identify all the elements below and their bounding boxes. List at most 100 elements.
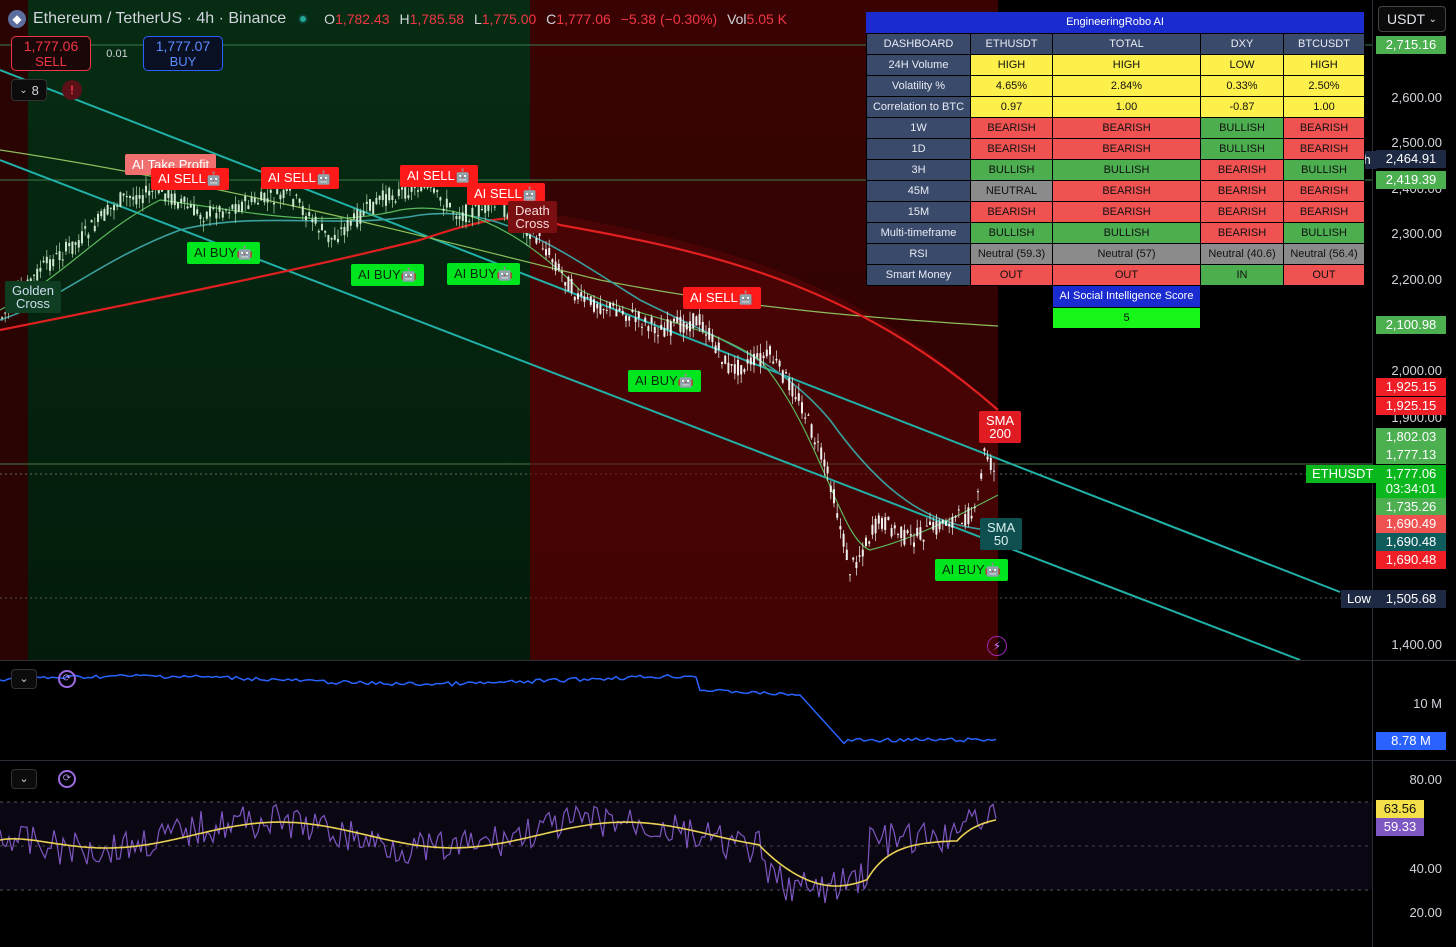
candle-body: [202, 221, 205, 223]
candle-body: [839, 526, 842, 530]
candle-body: [868, 541, 871, 544]
candle-body: [897, 533, 899, 535]
candle-body: [855, 562, 858, 569]
candle-body: [273, 202, 275, 205]
volume-line: [0, 673, 997, 745]
candle-body: [58, 251, 61, 261]
dashboard-cell: Neutral (56.4): [1283, 243, 1365, 265]
dashboard-title: EngineeringRobo AI: [866, 12, 1364, 33]
lightning-icon[interactable]: ⚡: [987, 636, 1007, 656]
collapse-volume-button[interactable]: ⌄: [11, 669, 37, 689]
indicators-toggle[interactable]: ⌄ 8: [11, 79, 47, 101]
candle-body: [865, 537, 867, 547]
candle-body: [551, 259, 554, 263]
candle-body: [954, 516, 957, 518]
candle-body: [301, 206, 304, 216]
dashboard-cell: HIGH: [970, 54, 1053, 76]
symbol-title[interactable]: Ethereum / TetherUS · 4h · Binance: [33, 10, 286, 28]
candle-body: [170, 193, 173, 205]
candle-body: [845, 549, 848, 560]
dashboard-cell: BEARISH: [970, 201, 1053, 223]
candle-body: [807, 414, 810, 416]
candle-body: [647, 326, 650, 332]
candle-body: [695, 316, 698, 326]
candle-body: [327, 234, 330, 243]
rsi-settings-icon[interactable]: ⟳: [58, 770, 76, 788]
candle-body: [797, 393, 800, 401]
candle-body: [132, 196, 135, 200]
candle-body: [673, 318, 675, 322]
candle-body: [932, 522, 935, 530]
candle-body: [817, 441, 819, 443]
candle-body: [317, 230, 320, 233]
candle-body: [791, 383, 794, 397]
price-tag: 1,925.15: [1376, 397, 1446, 415]
high-price-tag: 2,464.91: [1376, 150, 1446, 168]
dashboard-cell: BEARISH: [1052, 138, 1201, 160]
rsi-panel-divider[interactable]: [0, 760, 1456, 761]
ai-buy-label: AI BUY🤖: [935, 559, 1008, 581]
price-tag: 1,735.26: [1376, 498, 1446, 516]
dashboard-cell: 1.00: [1052, 96, 1201, 118]
low-value: 1,775.00: [481, 11, 537, 27]
candle-body: [311, 218, 314, 223]
dashboard-cell: OUT: [970, 264, 1053, 286]
warning-icon[interactable]: !: [62, 80, 82, 100]
buy-label: BUY: [169, 54, 197, 69]
candle-body: [593, 299, 595, 312]
candle-body: [356, 209, 359, 227]
ai-buy-label: AI BUY🤖: [187, 242, 260, 264]
ai-sell-label: AI SELL🤖: [151, 168, 229, 190]
candle-body: [471, 207, 474, 218]
price-tag: 2,419.39: [1376, 171, 1446, 189]
collapse-rsi-button[interactable]: ⌄: [11, 769, 37, 789]
dashboard-cell: HIGH: [1283, 54, 1365, 76]
candle-body: [903, 530, 906, 545]
dashboard-row: 1W BEARISH BEARISH BULLISH BEARISH: [866, 117, 1365, 139]
currency-select[interactable]: USDT ⌄: [1378, 6, 1446, 32]
candle-body: [679, 316, 682, 332]
candle-body: [964, 513, 967, 526]
candle-body: [244, 195, 247, 202]
chevron-down-icon: ⌄: [19, 773, 29, 785]
candle-body: [394, 201, 397, 203]
countdown-tag: 03:34:01: [1376, 480, 1446, 498]
candle-body: [324, 230, 327, 233]
rsi-tick: 80.00: [1409, 772, 1442, 787]
close-key: C: [546, 11, 557, 27]
candle-body: [87, 234, 90, 239]
candle-body: [353, 213, 355, 219]
candle-body: [788, 378, 791, 391]
candle-body: [909, 534, 912, 536]
social-score-value: 5: [1053, 308, 1200, 328]
candle-body: [164, 193, 167, 202]
buy-button[interactable]: 1,777.07 BUY: [143, 36, 223, 71]
dashboard-row-label: Volatility %: [866, 75, 971, 97]
candle-body: [442, 208, 445, 211]
candle-body: [609, 302, 611, 308]
candle-body: [84, 226, 87, 229]
candle-body: [925, 525, 928, 527]
candle-body: [439, 197, 442, 201]
dashboard-row-label: 24H Volume: [866, 54, 971, 76]
social-score-title: AI Social Intelligence Score: [1053, 286, 1200, 307]
dashboard-row: Multi-timeframe BULLISH BULLISH BEARISH BULL…: [866, 222, 1365, 244]
candle-body: [769, 346, 771, 355]
dashboard-cell: BEARISH: [1283, 180, 1365, 202]
volume-value: 5.05 K: [746, 11, 788, 27]
candle-body: [365, 201, 368, 204]
volume-settings-icon[interactable]: ⟳: [58, 670, 76, 688]
dashboard-cell: BULLISH: [1052, 222, 1201, 244]
sell-button[interactable]: 1,777.06 SELL: [11, 36, 91, 71]
candle-body: [881, 518, 883, 529]
candle-body: [577, 293, 579, 300]
candle-body: [628, 316, 631, 321]
sma200-label: SMA 200: [979, 411, 1022, 443]
candle-body: [733, 364, 736, 374]
candle-body: [378, 195, 381, 200]
dashboard-row: 1D BEARISH BEARISH BULLISH BEARISH: [866, 138, 1365, 160]
volume-panel-divider[interactable]: [0, 660, 1456, 661]
dashboard-cell: LOW: [1200, 54, 1284, 76]
candle-body: [141, 195, 144, 204]
candle-body: [836, 513, 839, 518]
